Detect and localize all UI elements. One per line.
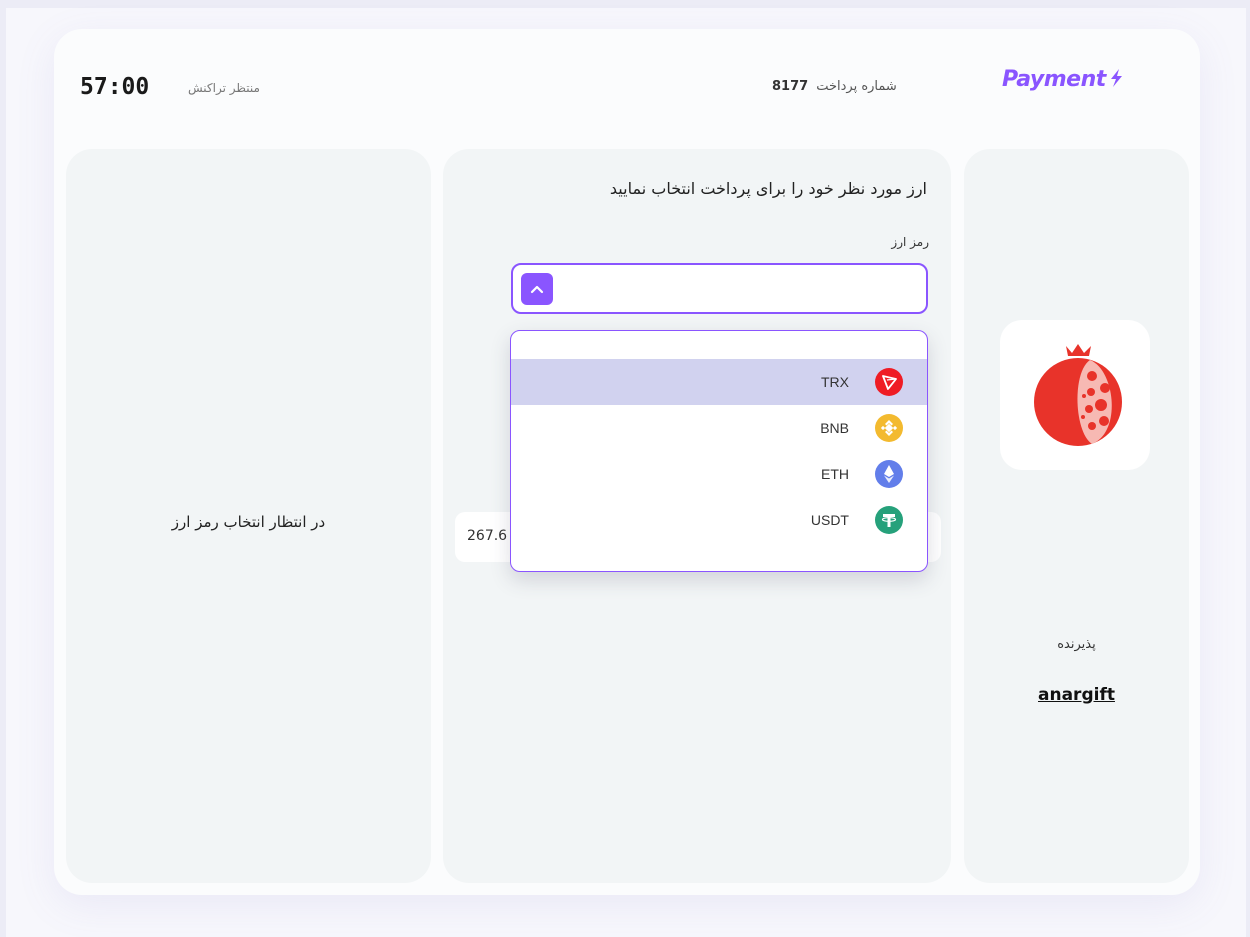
option-bnb[interactable]: BNB (511, 405, 927, 451)
waiting-message: در انتظار انتخاب رمز ارز (171, 513, 326, 531)
currency-select[interactable] (511, 263, 928, 314)
merchant-logo (1000, 320, 1150, 470)
option-label: USDT (810, 512, 849, 528)
option-label: ETH (821, 466, 849, 482)
amount-value: 267.6 (467, 528, 508, 544)
chevron-up-icon (530, 285, 544, 294)
merchant-panel: پذیرنده anargift (964, 149, 1189, 883)
bnb-icon (875, 414, 903, 442)
option-usdt[interactable]: USDT (511, 497, 927, 543)
acceptor-label: پذیرنده (1057, 637, 1096, 652)
transaction-status: منتظر تراکنش (188, 81, 260, 95)
countdown-timer: 57:00 (80, 74, 150, 100)
currency-field-label: رمز ارز (891, 235, 929, 249)
select-heading: ارز مورد نظر خود را برای پرداخت انتخاب ن… (609, 179, 927, 198)
payment-number-value: 8177 (772, 79, 809, 94)
option-label: TRX (821, 374, 849, 390)
lightning-icon (1110, 69, 1122, 87)
option-label: BNB (820, 420, 849, 436)
payment-number-label: شماره پرداخت (816, 79, 897, 94)
brand-logo: Payment (1002, 67, 1132, 99)
pomegranate-icon (1034, 344, 1122, 446)
currency-dropdown-list: TRX BNB ETH USDT (510, 330, 928, 572)
eth-icon (875, 460, 903, 488)
tron-icon (875, 368, 903, 396)
transaction-panel: در انتظار انتخاب رمز ارز (66, 149, 431, 883)
option-eth[interactable]: ETH (511, 451, 927, 497)
dropdown-toggle-button[interactable] (521, 273, 553, 305)
usdt-icon (875, 506, 903, 534)
merchant-name-link[interactable]: anargift (964, 685, 1189, 705)
option-trx[interactable]: TRX (511, 359, 927, 405)
payment-number: 8177 شماره پرداخت (772, 79, 897, 94)
